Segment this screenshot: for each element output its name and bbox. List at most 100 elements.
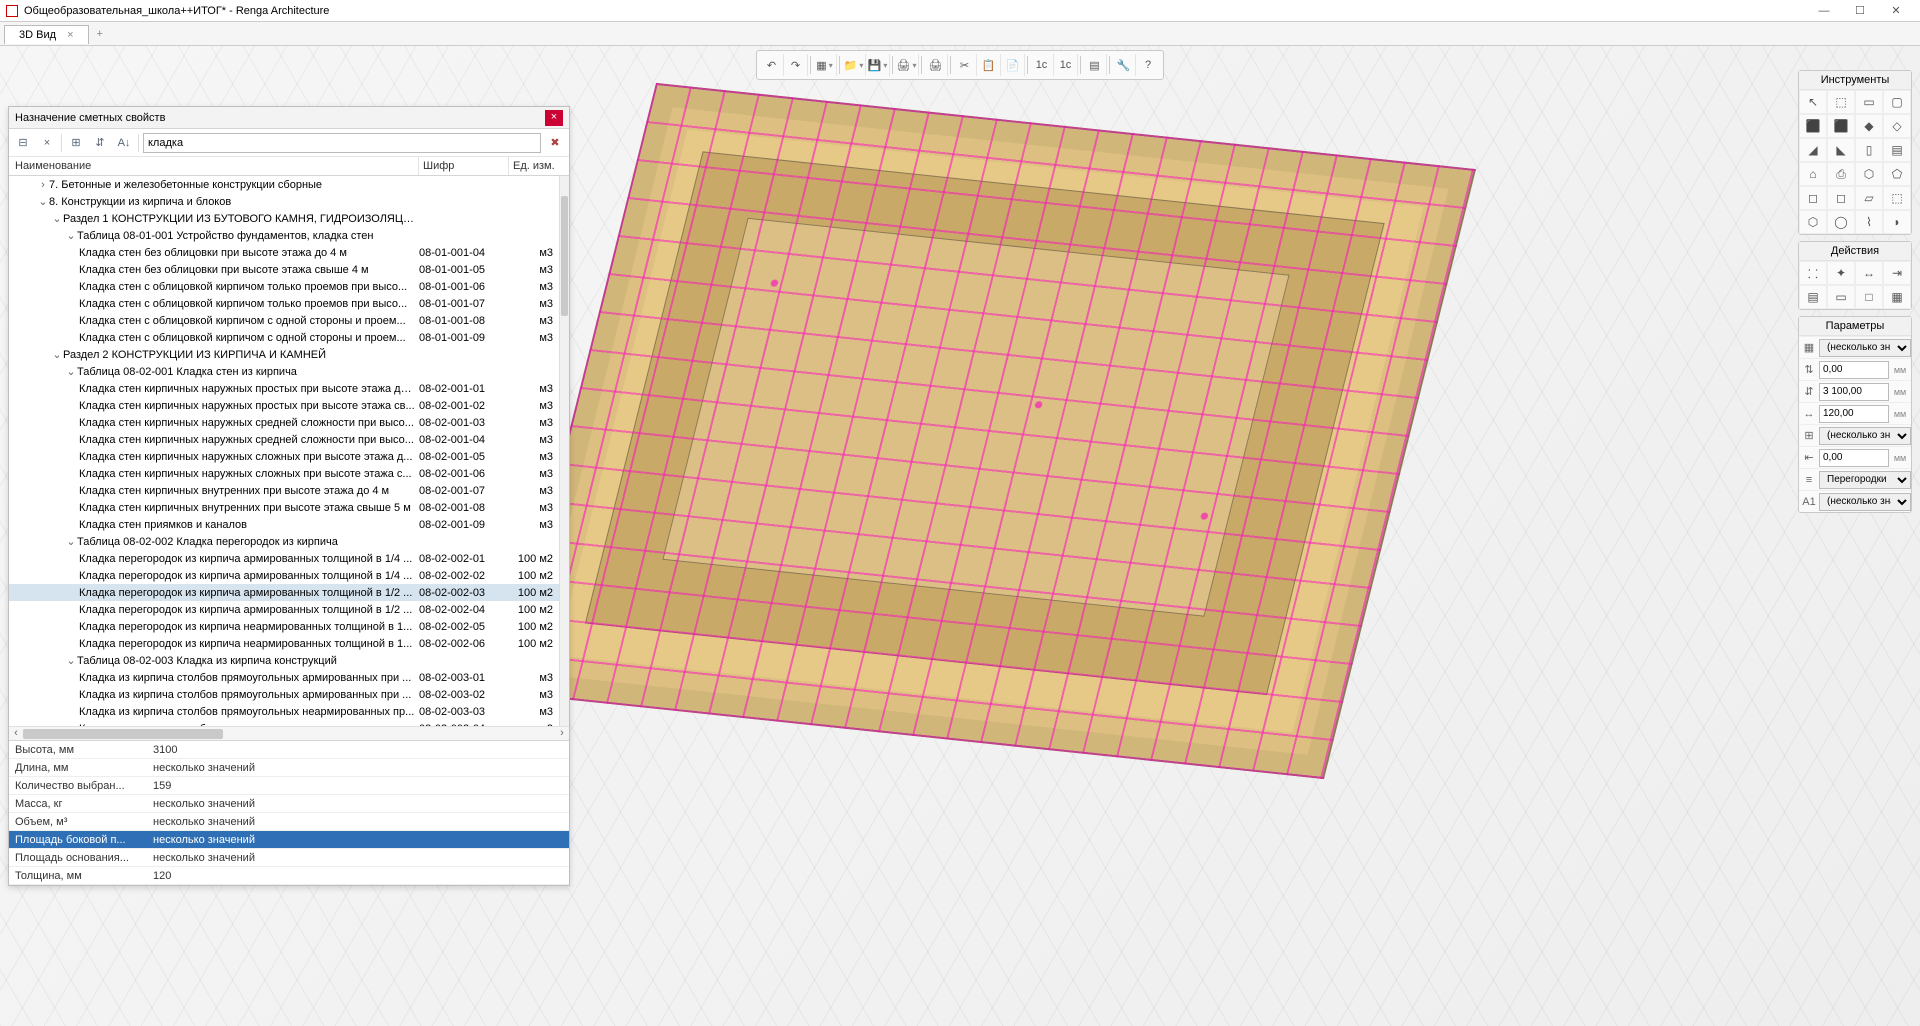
toolbar-button[interactable]: ↶ (760, 54, 784, 76)
tool-button[interactable]: ⬛ (1827, 114, 1855, 138)
toolbar-button[interactable]: 🔧 (1112, 54, 1136, 76)
tool-button[interactable]: ▭ (1855, 90, 1883, 114)
param-input[interactable] (1819, 383, 1889, 401)
action-button[interactable]: ▦ (1883, 285, 1911, 309)
tool-button[interactable]: ⎙ (1827, 162, 1855, 186)
maximize-button[interactable]: ☐ (1842, 4, 1878, 17)
tool-button[interactable]: ◇ (1883, 114, 1911, 138)
tree-row[interactable]: Кладка из кирпича столбов прямоугольных … (9, 669, 559, 686)
param-input[interactable]: (несколько зн (1819, 339, 1911, 357)
toolbar-button[interactable]: 📁 (842, 54, 866, 76)
tree-row[interactable]: Кладка перегородок из кирпича неармирова… (9, 635, 559, 652)
col-name[interactable]: Наименование (9, 157, 419, 175)
tree-row[interactable]: Кладка стен кирпичных наружных средней с… (9, 431, 559, 448)
tool-button[interactable]: ↖ (1799, 90, 1827, 114)
expand-all-icon[interactable]: ⊞ (66, 133, 86, 153)
action-button[interactable]: ↔ (1855, 261, 1883, 285)
tool-button[interactable]: ⬡ (1855, 162, 1883, 186)
tree-row[interactable]: Кладка стен кирпичных наружных средней с… (9, 414, 559, 431)
tree-row[interactable]: Кладка стен без облицовки при высоте эта… (9, 244, 559, 261)
tree-row[interactable]: Кладка перегородок из кирпича армированн… (9, 567, 559, 584)
close-window-button[interactable]: ✕ (1878, 4, 1914, 17)
tab-close-icon[interactable]: × (67, 29, 73, 41)
tree-row[interactable]: Кладка стен кирпичных наружных сложных п… (9, 448, 559, 465)
tool-button[interactable]: ◣ (1827, 138, 1855, 162)
tree-vscrollbar[interactable] (559, 176, 569, 726)
tool-button[interactable]: ⌂ (1799, 162, 1827, 186)
action-button[interactable]: ✦ (1827, 261, 1855, 285)
collapse-all-icon[interactable]: ⊟ (13, 133, 33, 153)
param-input[interactable] (1819, 405, 1889, 423)
action-button[interactable]: ⸬ (1799, 261, 1827, 285)
toolbar-button[interactable]: 1c (1054, 54, 1078, 76)
action-button[interactable]: ⇥ (1883, 261, 1911, 285)
tree-row[interactable]: ⌄Таблица 08-02-001 Кладка стен из кирпич… (9, 363, 559, 380)
toolbar-button[interactable]: 💾 (866, 54, 890, 76)
tool-button[interactable]: ◻ (1799, 186, 1827, 210)
tree-row[interactable]: Кладка стен кирпичных внутренних при выс… (9, 499, 559, 516)
tree-hscrollbar[interactable]: ‹› (9, 726, 569, 740)
add-tab-button[interactable]: + (89, 25, 111, 43)
tool-button[interactable]: ⌇ (1855, 210, 1883, 234)
toolbar-button[interactable]: ✂ (953, 54, 977, 76)
clear-search-icon[interactable]: ✖ (545, 136, 565, 149)
tree-row[interactable]: Кладка перегородок из кирпича армированн… (9, 601, 559, 618)
panel-close-button[interactable]: × (545, 110, 563, 126)
tool-button[interactable]: ▤ (1883, 138, 1911, 162)
tool-button[interactable]: ▢ (1883, 90, 1911, 114)
action-button[interactable]: ▭ (1827, 285, 1855, 309)
toolbar-button[interactable]: ▤ (1083, 54, 1107, 76)
tool-button[interactable]: ⬚ (1883, 186, 1911, 210)
action-button[interactable]: □ (1855, 285, 1883, 309)
toolbar-button[interactable]: ▦ (813, 54, 837, 76)
tool-button[interactable]: ▯ (1855, 138, 1883, 162)
tool-button[interactable]: ◢ (1799, 138, 1827, 162)
toolbar-button[interactable]: ? (1136, 54, 1160, 76)
action-button[interactable]: ▤ (1799, 285, 1827, 309)
tree-row[interactable]: ⌄Таблица 08-02-003 Кладка из кирпича кон… (9, 652, 559, 669)
tree-row[interactable]: Кладка из кирпича столбов прямоугольных … (9, 686, 559, 703)
col-code[interactable]: Шифр (419, 157, 509, 175)
param-input[interactable]: (несколько знач (1819, 493, 1911, 511)
tool-button[interactable]: ◗ (1883, 210, 1911, 234)
toolbar-button[interactable]: 🖨 (924, 54, 948, 76)
property-row[interactable]: Объем, м³несколько значений (9, 813, 569, 831)
param-input[interactable]: (несколько зн (1819, 427, 1911, 445)
search-input[interactable] (143, 133, 541, 153)
property-row[interactable]: Толщина, мм120 (9, 867, 569, 885)
tree-row[interactable]: Кладка стен приямков и каналов08-02-001-… (9, 516, 559, 533)
tool-button[interactable]: ◆ (1855, 114, 1883, 138)
tree-row[interactable]: Кладка перегородок из кирпича армированн… (9, 550, 559, 567)
tool-button[interactable]: ▱ (1855, 186, 1883, 210)
toolbar-button[interactable]: 1c (1030, 54, 1054, 76)
tree-row[interactable]: ⌄Раздел 2 КОНСТРУКЦИИ ИЗ КИРПИЧА И КАМНЕ… (9, 346, 559, 363)
tool-button[interactable]: ⬚ (1827, 90, 1855, 114)
property-row[interactable]: Высота, мм3100 (9, 741, 569, 759)
tree-row[interactable]: Кладка стен с облицовкой кирпичом с одно… (9, 329, 559, 346)
remove-icon[interactable]: × (37, 133, 57, 153)
tree-row[interactable]: Кладка перегородок из кирпича армированн… (9, 584, 559, 601)
tree-row[interactable]: ⌄Таблица 08-01-001 Устройство фундаменто… (9, 227, 559, 244)
property-row[interactable]: Масса, кгнесколько значений (9, 795, 569, 813)
param-input[interactable] (1819, 361, 1889, 379)
tree-row[interactable]: Кладка стен кирпичных внутренних при выс… (9, 482, 559, 499)
param-input[interactable] (1819, 449, 1889, 467)
tree-row[interactable]: Кладка стен без облицовки при высоте эта… (9, 261, 559, 278)
tool-button[interactable]: ⬠ (1883, 162, 1911, 186)
tree-row[interactable]: Кладка стен кирпичных наружных простых п… (9, 397, 559, 414)
toolbar-button[interactable]: 🖨 (895, 54, 919, 76)
tree-row[interactable]: Кладка перегородок из кирпича неармирова… (9, 618, 559, 635)
tree-row[interactable]: Кладка стен кирпичных наружных простых п… (9, 380, 559, 397)
tool-button[interactable]: ◯ (1827, 210, 1855, 234)
minimize-button[interactable]: — (1806, 5, 1842, 17)
tree-row[interactable]: Кладка стен кирпичных наружных сложных п… (9, 465, 559, 482)
param-input[interactable]: Перегородки (1819, 471, 1911, 489)
col-unit[interactable]: Ед. изм. (509, 157, 569, 175)
toolbar-button[interactable]: 📋 (977, 54, 1001, 76)
toolbar-button[interactable]: 📄 (1001, 54, 1025, 76)
sort-icon[interactable]: A↓ (114, 133, 134, 153)
toolbar-button[interactable]: ↷ (784, 54, 808, 76)
property-row[interactable]: Длина, ммнесколько значений (9, 759, 569, 777)
tree-row[interactable]: ⌄Раздел 1 КОНСТРУКЦИИ ИЗ БУТОВОГО КАМНЯ,… (9, 210, 559, 227)
tree-row[interactable]: ⌄8. Конструкции из кирпича и блоков (9, 193, 559, 210)
